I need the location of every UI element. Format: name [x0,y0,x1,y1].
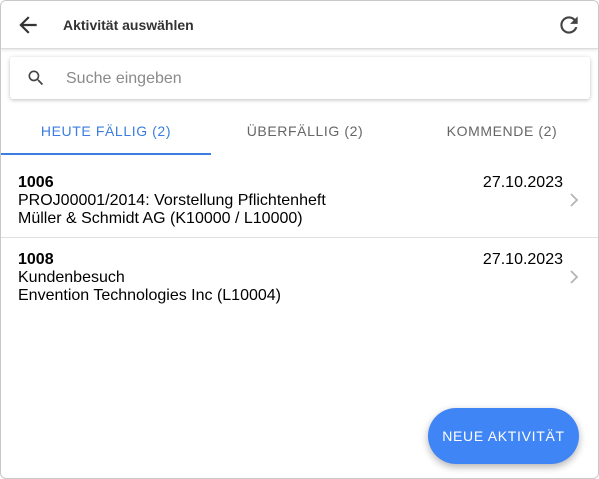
tab-bar: HEUTE FÄLLIG (2) ÜBERFÄLLIG (2) KOMMENDE… [1,109,598,155]
app-window: Aktivität auswählen HEUTE FÄLLIG (2) ÜBE… [0,0,599,479]
list-item[interactable]: 1006 PROJ00001/2014: Vorstellung Pflicht… [1,161,598,238]
chevron-right-icon [570,193,579,207]
activity-id: 1008 [18,251,54,268]
back-button[interactable] [15,12,41,38]
activity-subject: Kundenbesuch [18,269,125,286]
activity-customer: Müller & Schmidt AG (K10000 / L10000) [18,210,303,227]
new-activity-button[interactable]: NEUE AKTIVITÄT [428,408,579,464]
arrow-left-icon [19,16,37,34]
tab-ueberfaellig[interactable]: ÜBERFÄLLIG (2) [208,109,402,153]
list-item[interactable]: 1008 Kundenbesuch Envention Technologies… [1,238,598,314]
tab-kommende[interactable]: KOMMENDE (2) [406,109,598,153]
activity-customer: Envention Technologies Inc (L10004) [18,287,281,304]
activity-list: 1006 PROJ00001/2014: Vorstellung Pflicht… [1,161,598,314]
activity-date: 27.10.2023 [482,174,563,191]
page-title: Aktivität auswählen [63,17,194,33]
search-bar [10,57,590,99]
tab-heute-faellig[interactable]: HEUTE FÄLLIG (2) [1,109,211,155]
activity-id: 1006 [18,174,54,191]
refresh-button[interactable] [556,12,582,38]
search-icon [28,70,44,86]
activity-subject: PROJ00001/2014: Vorstellung Pflichtenhef… [18,192,326,209]
search-input[interactable] [64,64,568,94]
chevron-right-icon [570,270,579,284]
app-header: Aktivität auswählen [1,1,598,49]
refresh-icon [560,16,578,34]
activity-date: 27.10.2023 [482,251,563,268]
